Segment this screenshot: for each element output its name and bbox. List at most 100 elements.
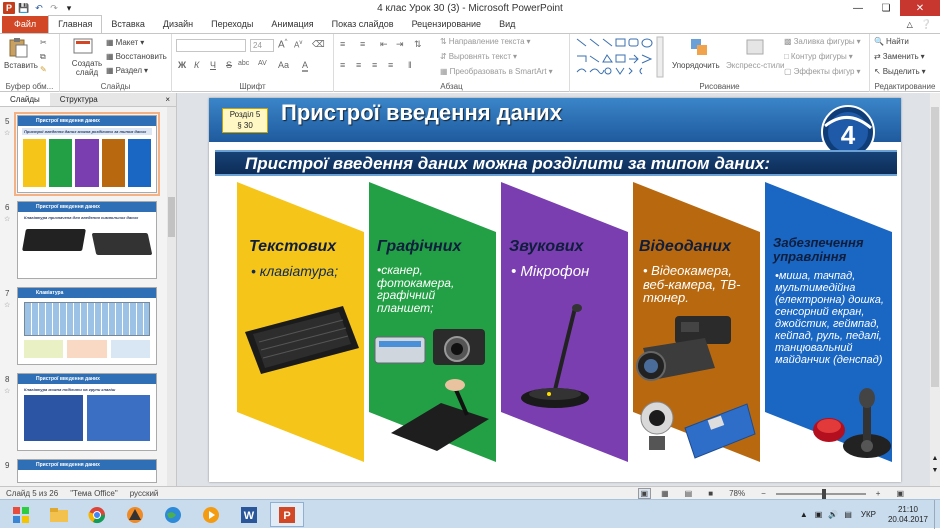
cut-icon[interactable]: ✂ bbox=[40, 38, 47, 47]
close-panel-icon[interactable]: × bbox=[159, 93, 176, 106]
find-button[interactable]: 🔍 Найти bbox=[874, 37, 909, 46]
file-explorer-icon[interactable] bbox=[42, 502, 76, 527]
change-case-button[interactable]: Aa bbox=[278, 60, 289, 70]
slide-sorter-icon[interactable]: ▦ bbox=[655, 489, 675, 498]
reading-view-icon[interactable]: ▤ bbox=[679, 489, 699, 498]
tab-transitions[interactable]: Переходы bbox=[202, 16, 262, 33]
network-globe-icon[interactable] bbox=[156, 502, 190, 527]
previous-slide-icon[interactable]: ▲ bbox=[930, 455, 940, 462]
grow-font-icon[interactable]: A^ bbox=[278, 39, 288, 50]
minimize-button[interactable]: — bbox=[844, 0, 872, 16]
panel-scrollbar-thumb[interactable] bbox=[168, 197, 175, 237]
section-button[interactable]: ▦ Раздел ▾ bbox=[106, 66, 148, 75]
next-slide-icon[interactable]: ▼ bbox=[930, 467, 940, 474]
font-color-button[interactable]: A bbox=[302, 60, 309, 72]
tab-home[interactable]: Главная bbox=[48, 15, 103, 33]
new-slide-button[interactable]: Создать слайд bbox=[70, 59, 104, 77]
font-name-combo[interactable] bbox=[176, 39, 246, 52]
arrange-button[interactable]: Упорядочить bbox=[672, 61, 720, 70]
align-left-icon[interactable]: ≡ bbox=[340, 60, 345, 70]
zoom-level[interactable]: 78% bbox=[723, 489, 751, 498]
shape-outline-button[interactable]: □ Контур фигуры ▾ bbox=[784, 52, 853, 61]
language-indicator[interactable]: русский bbox=[124, 489, 165, 498]
powerpoint-taskbar-icon[interactable]: P bbox=[270, 502, 304, 527]
align-right-icon[interactable]: ≡ bbox=[372, 60, 377, 70]
layout-button[interactable]: ▦ Макет ▾ bbox=[106, 38, 144, 47]
slide-title[interactable]: Пристрої введення даних bbox=[281, 100, 562, 126]
shape-effects-button[interactable]: ▢ Эффекты фигур ▾ bbox=[784, 67, 861, 76]
keyboard-language[interactable]: УКР bbox=[855, 510, 882, 519]
help-icon[interactable]: ❔ bbox=[921, 19, 932, 30]
clock[interactable]: 21:10 20.04.2017 bbox=[882, 505, 934, 525]
arrange-icon[interactable] bbox=[688, 36, 710, 58]
slideshow-icon[interactable]: ■ bbox=[702, 489, 719, 498]
fit-to-window-icon[interactable]: ▣ bbox=[890, 489, 910, 498]
maximize-button[interactable]: ❏ bbox=[872, 0, 900, 16]
shapes-gallery[interactable] bbox=[574, 36, 664, 78]
tab-slides-panel[interactable]: Слайды bbox=[0, 93, 50, 106]
select-button[interactable]: ↖ Выделить ▾ bbox=[874, 67, 926, 76]
show-desktop-button[interactable] bbox=[934, 500, 940, 529]
slide-thumbnail[interactable]: Пристрої введення даних Клавіатура призн… bbox=[17, 201, 157, 279]
slide-scrollbar[interactable]: ▲ ▼ bbox=[930, 93, 940, 486]
text-shadow-button[interactable]: abc bbox=[238, 60, 249, 67]
paste-icon[interactable] bbox=[7, 36, 29, 58]
new-slide-icon[interactable] bbox=[72, 36, 94, 58]
slide-thumbnail[interactable]: Пристрої введення даних bbox=[17, 459, 157, 483]
panel-scrollbar[interactable] bbox=[167, 107, 176, 486]
italic-button[interactable]: К bbox=[194, 60, 199, 70]
paste-button[interactable]: Вставить bbox=[4, 61, 38, 70]
show-hidden-icons[interactable]: ▲ bbox=[796, 510, 812, 519]
tray-app-icon[interactable]: ▣ bbox=[812, 510, 826, 519]
clear-format-icon[interactable]: ⌫ bbox=[312, 39, 325, 50]
tab-design[interactable]: Дизайн bbox=[154, 16, 202, 33]
powerpoint-logo-icon[interactable]: P bbox=[3, 2, 15, 14]
reset-button[interactable]: ▦ Восстановить bbox=[106, 52, 167, 61]
copy-icon[interactable]: ⧉ bbox=[40, 52, 46, 62]
network-icon[interactable]: ▤ bbox=[841, 510, 855, 519]
tab-animations[interactable]: Анимация bbox=[262, 16, 322, 33]
quick-styles-icon[interactable] bbox=[744, 36, 766, 58]
slide-thumbnail[interactable]: Пристрої введення даних Пристрої введенн… bbox=[14, 112, 160, 196]
bold-button[interactable]: Ж bbox=[178, 60, 186, 70]
slide-scrollbar-thumb[interactable] bbox=[931, 107, 939, 387]
bullets-icon[interactable]: ≡ bbox=[340, 39, 345, 49]
customize-qat-icon[interactable]: ▾ bbox=[63, 2, 75, 14]
redo-icon[interactable]: ↷ bbox=[48, 2, 60, 14]
tab-slideshow[interactable]: Показ слайдов bbox=[323, 16, 403, 33]
format-painter-icon[interactable]: ✎ bbox=[40, 65, 47, 74]
zoom-slider-knob[interactable] bbox=[821, 488, 826, 499]
zoom-in-icon[interactable]: + bbox=[870, 489, 887, 498]
chrome-icon[interactable] bbox=[80, 502, 114, 527]
align-center-icon[interactable]: ≡ bbox=[356, 60, 361, 70]
tab-view[interactable]: Вид bbox=[490, 16, 524, 33]
aimp-icon[interactable] bbox=[118, 502, 152, 527]
replace-button[interactable]: ⇄ Заменить ▾ bbox=[874, 52, 925, 61]
strikethrough-button[interactable]: S bbox=[226, 60, 232, 70]
smartart-button[interactable]: ▦ Преобразовать в SmartArt ▾ bbox=[440, 67, 553, 76]
slide-canvas[interactable]: Розділ 5 § 30 Пристрої введення даних 4 … bbox=[209, 98, 901, 482]
start-button[interactable] bbox=[4, 502, 38, 527]
zoom-out-icon[interactable]: − bbox=[755, 489, 772, 498]
columns-icon[interactable]: ‖ bbox=[408, 60, 412, 70]
tab-insert[interactable]: Вставка bbox=[102, 16, 153, 33]
increase-indent-icon[interactable]: ⇥ bbox=[396, 39, 404, 50]
tab-outline-panel[interactable]: Структура bbox=[50, 93, 108, 106]
align-text-button[interactable]: ⇵ Выровнять текст ▾ bbox=[440, 52, 517, 61]
slide-thumbnail[interactable]: Пристрої введення даних Клавіатура можна… bbox=[17, 373, 157, 451]
zoom-slider[interactable] bbox=[775, 488, 866, 499]
text-direction-button[interactable]: ⇅ Направление текста ▾ bbox=[440, 37, 531, 46]
undo-icon[interactable]: ↶ bbox=[33, 2, 45, 14]
word-icon[interactable]: W bbox=[232, 502, 266, 527]
volume-icon[interactable]: 🔊 bbox=[825, 510, 841, 519]
char-spacing-button[interactable]: AV bbox=[258, 60, 267, 67]
underline-button[interactable]: Ч bbox=[210, 60, 216, 70]
decrease-indent-icon[interactable]: ⇤ bbox=[380, 39, 388, 50]
shape-fill-button[interactable]: ▩ Заливка фигуры ▾ bbox=[784, 37, 861, 46]
shrink-font-icon[interactable]: Av bbox=[294, 40, 302, 50]
justify-icon[interactable]: ≡ bbox=[388, 60, 393, 70]
quick-styles-button[interactable]: Экспресс-стили bbox=[726, 61, 785, 70]
collapse-ribbon-icon[interactable]: △ bbox=[907, 20, 913, 29]
save-icon[interactable]: 💾 bbox=[18, 2, 30, 14]
tab-file[interactable]: Файл bbox=[2, 16, 49, 33]
